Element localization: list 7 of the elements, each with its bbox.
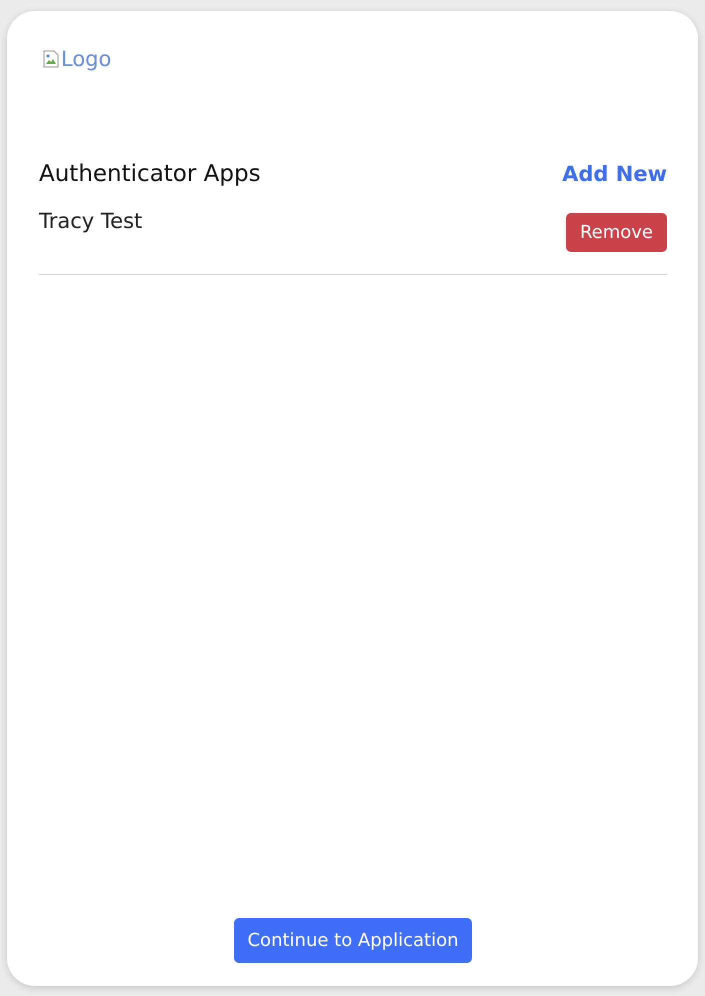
app-name: Tracy Test	[39, 209, 142, 233]
section-title: Authenticator Apps	[39, 161, 261, 187]
continue-button[interactable]: Continue to Application	[234, 918, 472, 963]
add-new-link[interactable]: Add New	[562, 162, 667, 186]
logo-alt-text: Logo	[61, 47, 112, 71]
remove-button[interactable]: Remove	[566, 213, 667, 252]
broken-image-icon	[43, 50, 59, 68]
